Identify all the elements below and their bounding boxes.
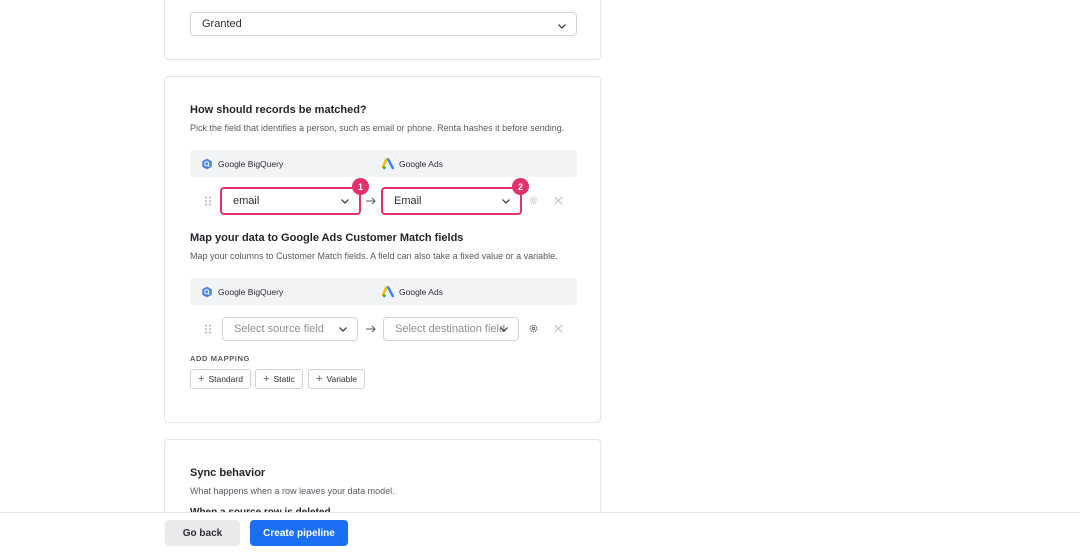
bigquery-icon: [202, 286, 212, 298]
mapping-source-placeholder: Select source field: [234, 323, 324, 335]
drag-handle-icon[interactable]: [204, 196, 212, 206]
match-source-select[interactable]: email: [220, 187, 361, 215]
drag-handle-icon[interactable]: [204, 324, 212, 334]
mapping-destination-header: Google Ads: [382, 286, 443, 298]
google-ads-icon: [382, 286, 394, 298]
mapping-subtitle: Map your columns to Customer Match field…: [190, 251, 558, 261]
gear-icon[interactable]: [528, 195, 539, 206]
matching-card: How should records be matched? Pick the …: [164, 76, 601, 423]
add-variable-button[interactable]: + Variable: [308, 369, 365, 389]
arrow-right-icon: [366, 325, 376, 333]
match-destination-select[interactable]: Email: [381, 187, 522, 215]
plus-icon: +: [316, 372, 323, 385]
sync-subtitle: What happens when a row leaves your data…: [190, 486, 395, 496]
add-mapping-label: ADD MAPPING: [190, 354, 250, 363]
match-destination-label: Google Ads: [399, 159, 443, 169]
match-title: How should records be matched?: [190, 104, 367, 116]
add-standard-label: Standard: [208, 374, 243, 384]
match-subtitle: Pick the field that identifies a person,…: [190, 123, 565, 133]
chevron-down-icon: [339, 327, 347, 332]
match-source-header: Google BigQuery: [201, 158, 283, 170]
chevron-down-icon: [341, 199, 349, 204]
step-badge-1: 1: [352, 178, 369, 195]
bigquery-icon: [202, 158, 212, 170]
match-destination-value: Email: [394, 195, 422, 207]
mapping-source-select[interactable]: Select source field: [222, 317, 358, 341]
mapping-header-bar: Google BigQuery Google Ads: [190, 278, 577, 305]
chevron-down-icon: [558, 24, 566, 29]
gear-icon[interactable]: [528, 323, 539, 334]
match-source-label: Google BigQuery: [218, 159, 284, 169]
chevron-down-icon: [500, 327, 508, 332]
mapping-destination-label: Google Ads: [399, 287, 443, 297]
mapping-destination-placeholder: Select destination field: [395, 323, 506, 335]
consent-select[interactable]: Granted: [190, 12, 577, 36]
add-static-label: Static: [273, 374, 295, 384]
consent-select-value: Granted: [202, 18, 242, 30]
mapping-source-header: Google BigQuery: [201, 286, 283, 298]
plus-icon: +: [263, 372, 270, 385]
match-header-bar: Google BigQuery Google Ads: [190, 150, 577, 177]
close-icon[interactable]: [553, 195, 564, 206]
go-back-button[interactable]: Go back: [165, 520, 240, 546]
step-badge-2: 2: [512, 178, 529, 195]
consent-card: Granted: [164, 0, 601, 60]
mapping-destination-select[interactable]: Select destination field: [383, 317, 519, 341]
add-standard-button[interactable]: + Standard: [190, 369, 251, 389]
chevron-down-icon: [502, 199, 510, 204]
arrow-right-icon: [366, 197, 376, 205]
footer-bar: Go back Create pipeline: [0, 512, 1080, 552]
google-ads-icon: [382, 158, 394, 170]
match-source-value: email: [233, 195, 260, 207]
add-static-button[interactable]: + Static: [255, 369, 303, 389]
mapping-title: Map your data to Google Ads Customer Mat…: [190, 232, 464, 244]
add-variable-label: Variable: [326, 374, 357, 384]
match-destination-header: Google Ads: [382, 158, 443, 170]
sync-title: Sync behavior: [190, 467, 266, 479]
mapping-source-label: Google BigQuery: [218, 287, 284, 297]
plus-icon: +: [198, 372, 205, 385]
create-pipeline-button[interactable]: Create pipeline: [250, 520, 348, 546]
close-icon[interactable]: [553, 323, 564, 334]
